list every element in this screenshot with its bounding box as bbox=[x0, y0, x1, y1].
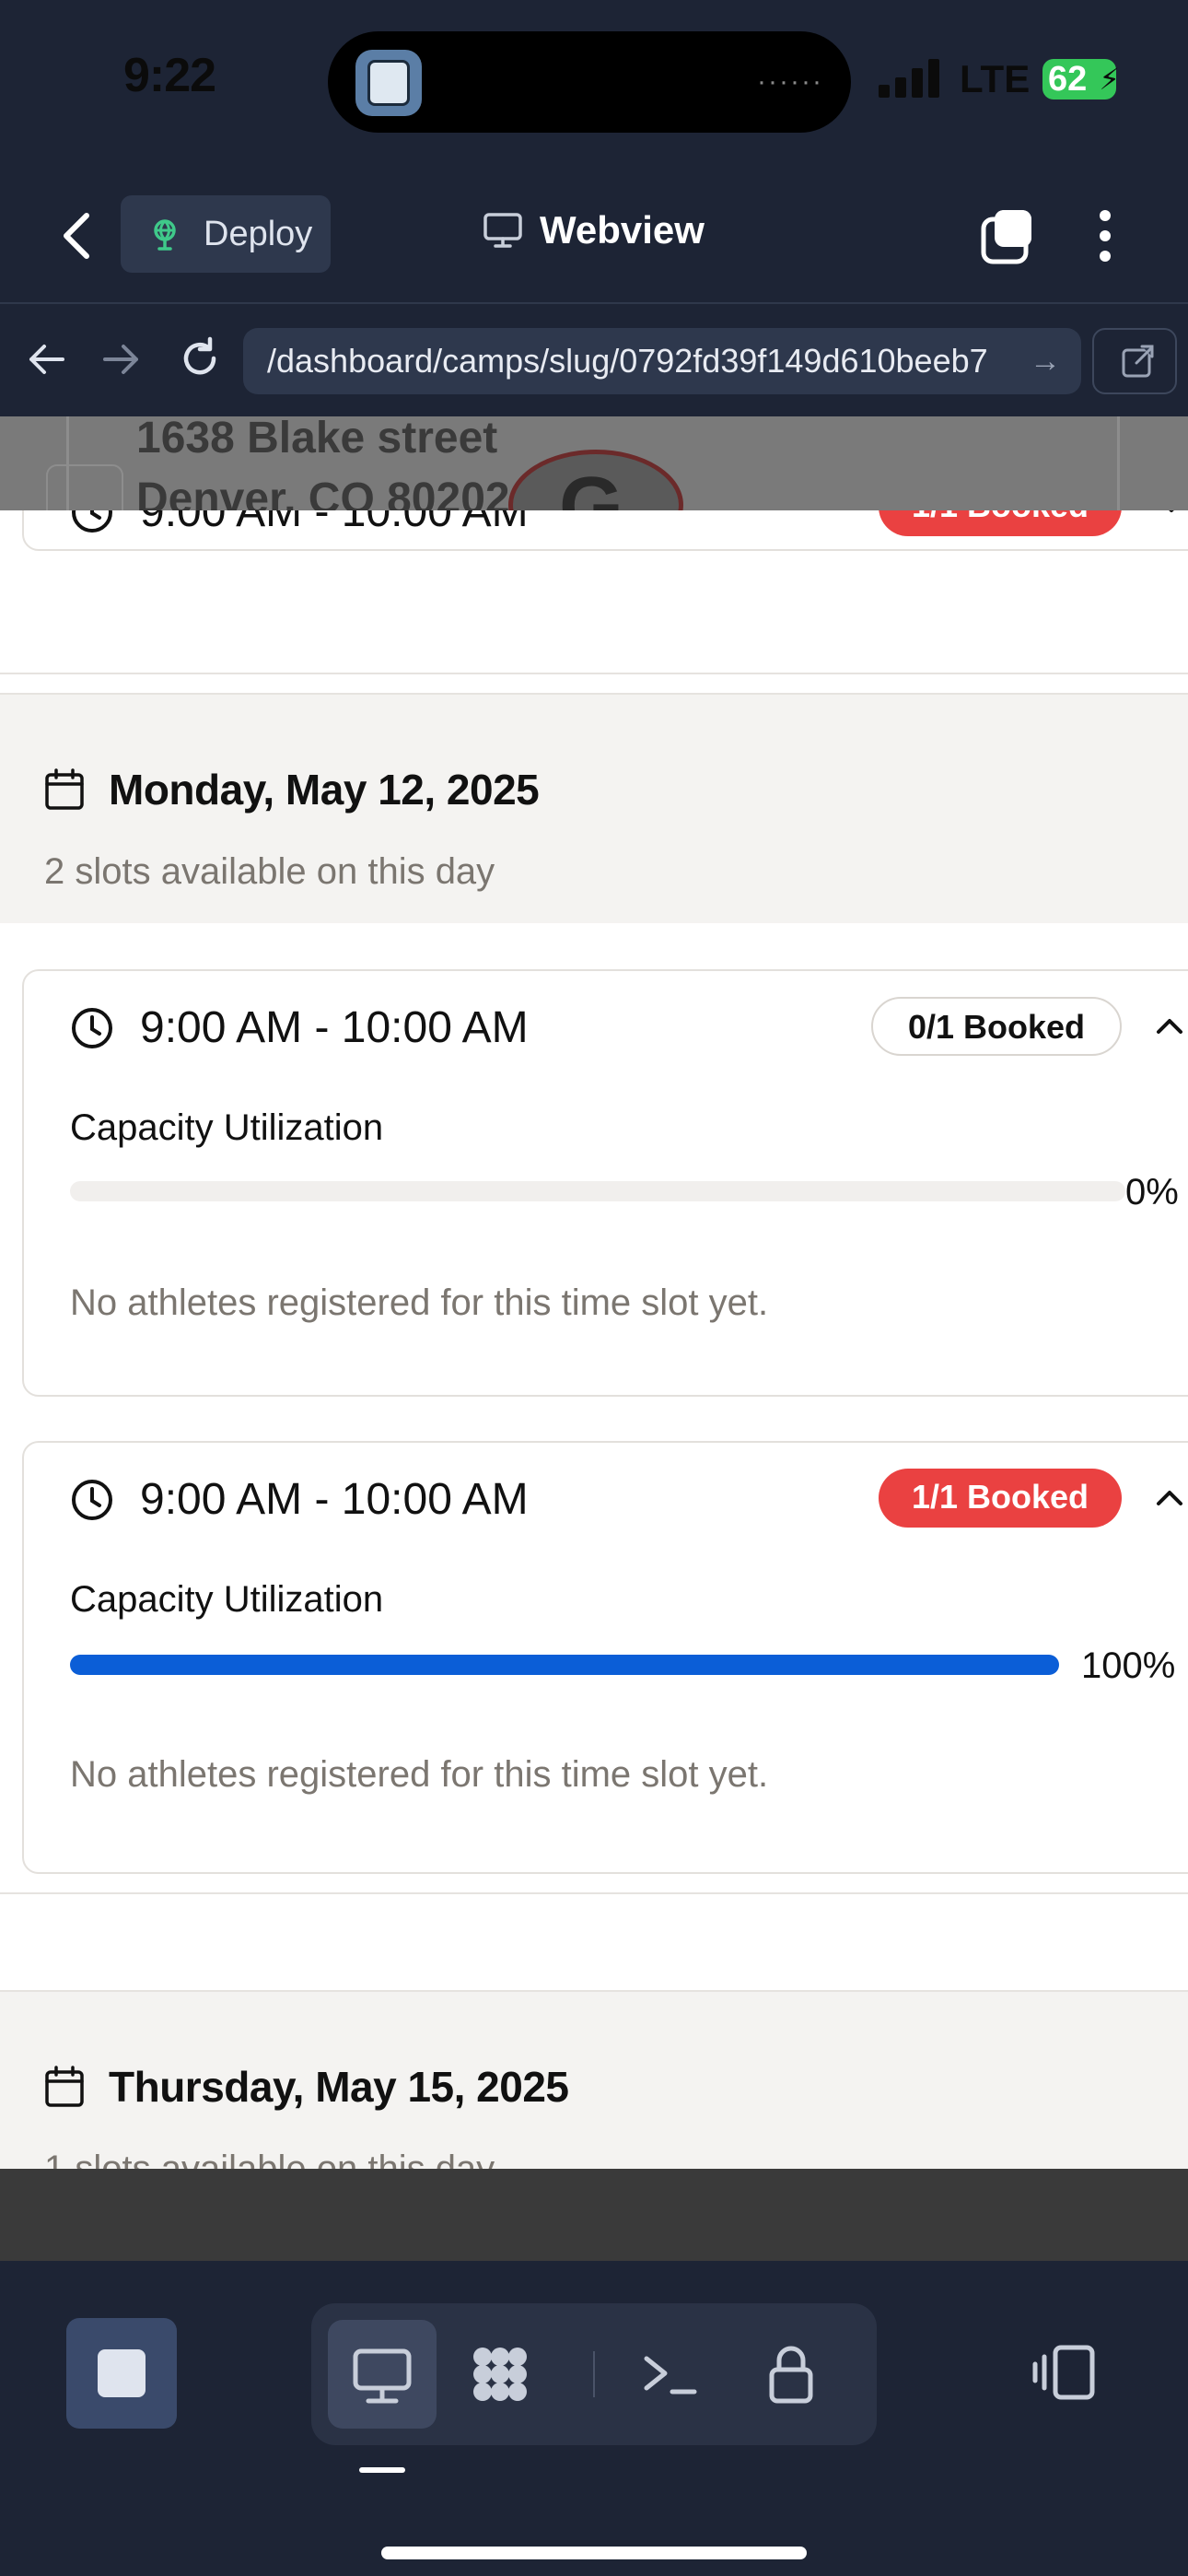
view-switcher bbox=[311, 2303, 877, 2445]
network-type: LTE bbox=[960, 57, 1031, 100]
background-tab bbox=[46, 464, 123, 510]
terminal-icon bbox=[644, 2356, 697, 2395]
clock: 9:22 bbox=[123, 49, 216, 102]
deploy-button[interactable]: Deploy bbox=[121, 195, 331, 273]
desktop-view-button[interactable] bbox=[328, 2320, 437, 2429]
device-rotate-icon[interactable] bbox=[1030, 2342, 1100, 2403]
address-line-1: 1638 Blake street bbox=[136, 416, 498, 463]
app-header: Deploy Webview bbox=[0, 166, 1188, 304]
divider bbox=[0, 551, 1188, 674]
apps-view-button[interactable] bbox=[446, 2320, 554, 2429]
open-external-button[interactable] bbox=[1092, 328, 1177, 394]
time-slot-card[interactable]: 9:00 AM - 10:00 AM 1/1 Booked Capacity U… bbox=[22, 1441, 1188, 1874]
day-heading: Monday, May 12, 2025 bbox=[44, 765, 540, 814]
clock-icon bbox=[72, 1007, 112, 1048]
lock-button[interactable] bbox=[737, 2320, 845, 2429]
arrow-right-icon[interactable] bbox=[101, 339, 142, 380]
address-line-2: Denver, CO 80202 bbox=[136, 474, 510, 510]
day-title: Thursday, May 15, 2025 bbox=[109, 2063, 569, 2111]
time-slot-card[interactable]: 9:00 AM - 10:00 AM 0/1 Booked Capacity U… bbox=[22, 969, 1188, 1397]
url-text: /dashboard/camps/slug/0792fd39f149d610be… bbox=[267, 342, 988, 380]
slot-time: 9:00 AM - 10:00 AM bbox=[70, 1474, 529, 1525]
capacity-percent: 0% bbox=[1125, 1172, 1179, 1212]
slot-time-label: 9:00 AM - 10:00 AM bbox=[140, 1003, 529, 1052]
external-link-icon bbox=[1122, 345, 1154, 378]
island-indicator: ······ bbox=[757, 66, 823, 97]
url-input[interactable]: /dashboard/camps/slug/0792fd39f149d610be… bbox=[243, 328, 1081, 394]
back-chevron-icon[interactable] bbox=[55, 210, 99, 262]
dynamic-island: ······ bbox=[328, 31, 851, 133]
signal-icon bbox=[879, 57, 943, 98]
arrow-left-icon[interactable] bbox=[26, 339, 66, 380]
capacity-label: Capacity Utilization bbox=[70, 1107, 384, 1148]
empty-athletes-message: No athletes registered for this time slo… bbox=[70, 1282, 769, 1323]
terminal-button[interactable] bbox=[615, 2320, 724, 2429]
deploy-label: Deploy bbox=[204, 214, 313, 253]
bottom-dock bbox=[0, 2261, 1188, 2576]
day-header-thursday: Thursday, May 15, 2025 1 slots available… bbox=[0, 1990, 1188, 2169]
battery-icon: 62 bbox=[1042, 59, 1120, 100]
empty-athletes-message: No athletes registered for this time slo… bbox=[70, 1754, 769, 1795]
slot-time-label: 9:00 AM - 10:00 AM bbox=[140, 1475, 529, 1524]
capacity-progress-bar bbox=[70, 1181, 1125, 1201]
reload-icon[interactable] bbox=[177, 335, 223, 381]
status-badge: 0/1 Booked bbox=[871, 997, 1122, 1056]
url-bar: /dashboard/camps/slug/0792fd39f149d610be… bbox=[0, 304, 1188, 416]
page-title: Webview bbox=[483, 208, 705, 252]
home-indicator bbox=[381, 2547, 807, 2559]
day-subtitle: 1 slots available on this day bbox=[44, 2149, 495, 2169]
lock-icon bbox=[769, 2346, 813, 2404]
chevron-up-icon[interactable] bbox=[1153, 1481, 1186, 1515]
tabs-icon[interactable] bbox=[978, 206, 1037, 265]
apps-icon bbox=[473, 2348, 527, 2401]
capacity-progress-bar bbox=[70, 1655, 1059, 1675]
day-header-monday: Monday, May 12, 2025 2 slots available o… bbox=[0, 693, 1188, 925]
divider bbox=[0, 1892, 1188, 1946]
status-bar: 9:22 ······ LTE 62 bbox=[0, 0, 1188, 166]
webview-content: 1638 Blake street Denver, CO 80202 9:00 … bbox=[0, 416, 1188, 2169]
calendar-icon bbox=[45, 768, 84, 810]
clock-icon bbox=[72, 1479, 112, 1520]
monitor-icon bbox=[483, 213, 522, 248]
globe-icon bbox=[154, 219, 176, 251]
background-page-footer bbox=[0, 2169, 1188, 2261]
background-page-overlay: 1638 Blake street Denver, CO 80202 bbox=[0, 416, 1188, 510]
capacity-label: Capacity Utilization bbox=[70, 1579, 384, 1620]
app-icon bbox=[355, 50, 422, 116]
divider bbox=[593, 2351, 595, 2397]
active-tab-indicator bbox=[359, 2467, 405, 2473]
day-heading: Thursday, May 15, 2025 bbox=[44, 2062, 569, 2112]
capacity-percent: 100% bbox=[1081, 1645, 1176, 1686]
capacity-progress-fill bbox=[70, 1655, 1059, 1675]
stop-button[interactable] bbox=[66, 2318, 177, 2429]
more-vertical-icon[interactable] bbox=[1087, 206, 1124, 265]
battery-level: 62 bbox=[1048, 60, 1088, 99]
slot-time: 9:00 AM - 10:00 AM bbox=[70, 1002, 529, 1053]
calendar-icon bbox=[45, 2066, 84, 2107]
desktop-icon bbox=[353, 2348, 412, 2404]
day-subtitle: 2 slots available on this day bbox=[44, 851, 495, 892]
go-arrow-icon[interactable]: → bbox=[1024, 328, 1061, 394]
status-badge: 1/1 Booked bbox=[879, 1469, 1122, 1528]
chevron-up-icon[interactable] bbox=[1153, 1010, 1186, 1043]
day-title: Monday, May 12, 2025 bbox=[109, 766, 540, 814]
title-label: Webview bbox=[540, 208, 705, 252]
